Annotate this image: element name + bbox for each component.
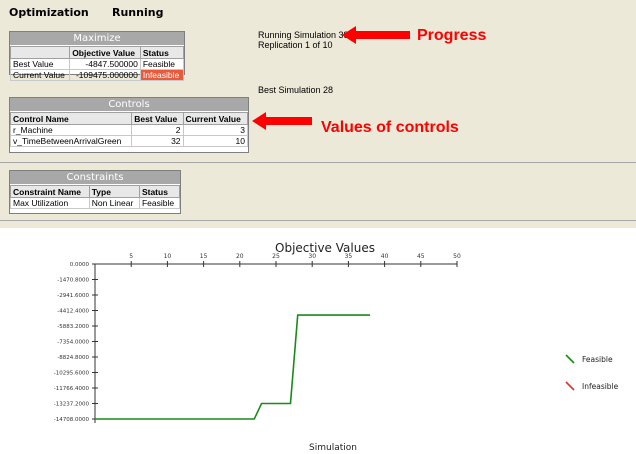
x-tick-label: 35 [345, 253, 353, 260]
y-tick-label: 0.0000 [70, 262, 90, 268]
series-line-feasible [95, 314, 371, 420]
x-tick-label: 20 [236, 253, 244, 260]
x-tick-label: 10 [164, 253, 172, 260]
best-value: 2 [131, 124, 184, 136]
best-value: 32 [131, 135, 184, 147]
objective-values-chart: Objective Values Simulation 5 10 15 20 25 30 3… [54, 241, 619, 453]
row-label: Current Value [9, 69, 71, 81]
x-tick-label: 50 [453, 253, 461, 260]
x-tick-label: 5 [129, 253, 133, 260]
running-simulation-label: Running Simulation 39 [258, 30, 349, 40]
y-tick-label: -10295.6000 [54, 371, 90, 377]
table-row[interactable]: v_TimeBetweenArrivalGreen 32 10 [9, 135, 249, 147]
y-tick-label: -1470.8000 [57, 278, 89, 284]
column-header: Objective Value [69, 46, 141, 59]
column-header: Control Name [9, 112, 133, 125]
controls-arrow-icon [252, 112, 312, 130]
y-tick-label: -4412.4000 [57, 309, 89, 315]
section-divider [0, 162, 636, 163]
controls-callout: Values of controls [321, 119, 459, 136]
legend-swatch-infeasible [565, 381, 575, 391]
control-name: v_TimeBetweenArrivalGreen [9, 135, 133, 147]
column-header: Best Value [131, 112, 184, 125]
table-row[interactable]: r_Machine 2 3 [9, 124, 249, 136]
x-tick-label: 15 [200, 253, 208, 260]
y-tick-label: -11766.4000 [54, 386, 90, 392]
section-divider [0, 220, 636, 221]
replication-label: Replication 1 of 10 [258, 40, 333, 50]
y-tick-label: -8824.8000 [57, 355, 89, 361]
current-value: 10 [182, 135, 249, 147]
constraint-status: Feasible [138, 197, 181, 209]
y-tick-label: -14708.0000 [54, 417, 90, 423]
objective-value: -4847.500000 [69, 58, 141, 70]
progress-callout: Progress [417, 27, 487, 44]
column-header [9, 46, 71, 59]
maximize-panel: Maximize Objective Value Status Best Val… [9, 31, 185, 81]
x-tick-label: 40 [381, 253, 389, 260]
column-header: Status [139, 46, 185, 59]
current-value: 3 [182, 124, 249, 136]
constraints-table: Constraint Name Type Status Max Utilizat… [10, 185, 181, 209]
x-axis-label: Simulation [309, 443, 357, 453]
x-tick-label: 45 [417, 253, 425, 260]
x-tick-label: 25 [272, 253, 280, 260]
x-tick-label: 30 [308, 253, 316, 260]
column-header: Status [138, 185, 181, 198]
maximize-table: Objective Value Status Best Value -4847.… [9, 46, 185, 81]
chart-title: Objective Values [275, 241, 375, 255]
constraint-name: Max Utilization [10, 197, 90, 209]
table-row[interactable]: Current Value -109475.000000 Infeasible [9, 69, 185, 81]
constraints-title: Constraints [10, 171, 180, 185]
y-tick-label: -2941.6000 [57, 293, 89, 299]
objective-value: -109475.000000 [69, 69, 141, 81]
y-tick-label: -7354.0000 [57, 340, 89, 346]
controls-panel: Controls Control Name Best Value Current… [9, 97, 249, 153]
column-header: Current Value [182, 112, 249, 125]
status-cell: Feasible [139, 58, 185, 70]
column-header: Constraint Name [10, 185, 90, 198]
run-state: Running [112, 6, 164, 19]
legend-label-infeasible: Infeasible [582, 382, 619, 391]
column-header: Type [88, 185, 140, 198]
best-simulation-label: Best Simulation 28 [258, 85, 334, 95]
table-row[interactable]: Best Value -4847.500000 Feasible [9, 58, 185, 70]
y-tick-label: -13237.2000 [54, 402, 90, 408]
optimization-title: Optimization [9, 6, 89, 19]
legend-swatch-feasible [565, 354, 575, 364]
progress-arrow-icon [342, 26, 410, 44]
row-label: Best Value [9, 58, 71, 70]
legend-label-feasible: Feasible [582, 355, 613, 364]
table-row[interactable]: Max Utilization Non Linear Feasible [10, 197, 181, 209]
status-cell-infeasible: Infeasible [139, 69, 185, 81]
constraint-type: Non Linear [88, 197, 140, 209]
controls-title: Controls [10, 98, 248, 112]
controls-table: Control Name Best Value Current Value r_… [9, 112, 249, 147]
control-name: r_Machine [9, 124, 133, 136]
constraints-panel: Constraints Constraint Name Type Status … [9, 170, 181, 214]
maximize-title: Maximize [10, 32, 184, 46]
y-tick-label: -5883.2000 [57, 324, 89, 330]
